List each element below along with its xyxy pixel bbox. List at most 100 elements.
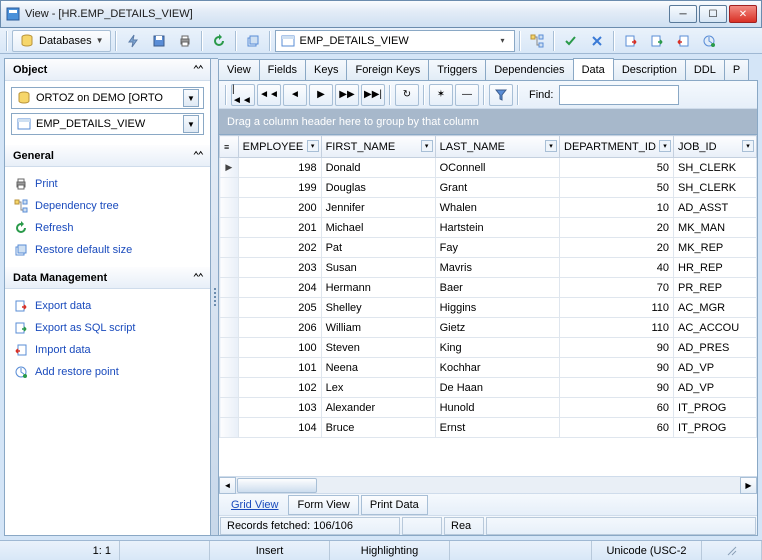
table-row[interactable]: 102LexDe Haan90AD_VP [220, 378, 757, 398]
cell[interactable]: Neena [321, 358, 435, 378]
cell[interactable]: 203 [238, 258, 321, 278]
cell[interactable]: 110 [560, 318, 674, 338]
cell[interactable]: 40 [560, 258, 674, 278]
nav-delete-button[interactable]: — [455, 84, 479, 106]
cell[interactable]: SH_CLERK [674, 158, 757, 178]
tab-keys[interactable]: Keys [305, 59, 347, 80]
dependency-tree-link[interactable]: Dependency tree [11, 195, 204, 217]
row-selector-header[interactable]: ≡ [220, 136, 239, 158]
scroll-right-button[interactable]: ▶ [740, 477, 757, 494]
scroll-left-button[interactable]: ◄ [219, 477, 236, 494]
cell[interactable]: OConnell [435, 158, 559, 178]
refresh-button[interactable] [207, 30, 231, 52]
cell[interactable]: 90 [560, 378, 674, 398]
cell[interactable]: 20 [560, 238, 674, 258]
database-combo[interactable]: ORTOZ on DEMO [ORTO ▼ [11, 87, 204, 109]
table-row[interactable]: 103AlexanderHunold60IT_PROG [220, 398, 757, 418]
cell[interactable]: Susan [321, 258, 435, 278]
cell[interactable]: Jennifer [321, 198, 435, 218]
export-sql-button[interactable] [645, 30, 669, 52]
group-by-bar[interactable]: Drag a column header here to group by th… [219, 109, 757, 135]
sort-dropdown-icon[interactable]: ▾ [659, 140, 671, 152]
table-row[interactable]: 100StevenKing90AD_PRES [220, 338, 757, 358]
cell[interactable]: King [435, 338, 559, 358]
cell[interactable]: SH_CLERK [674, 178, 757, 198]
sort-dropdown-icon[interactable]: ▾ [307, 140, 319, 152]
column-header-first_name[interactable]: FIRST_NAME▾ [321, 136, 435, 158]
cell[interactable]: 206 [238, 318, 321, 338]
cell[interactable]: AD_ASST [674, 198, 757, 218]
table-row[interactable]: ▶198DonaldOConnell50SH_CLERK [220, 158, 757, 178]
export-button[interactable] [619, 30, 643, 52]
tree-button[interactable] [525, 30, 549, 52]
cell[interactable]: Bruce [321, 418, 435, 438]
refresh-link[interactable]: Refresh [11, 217, 204, 239]
cell[interactable]: 198 [238, 158, 321, 178]
cell[interactable]: AC_ACCOU [674, 318, 757, 338]
table-row[interactable]: 202PatFay20MK_REP [220, 238, 757, 258]
cell[interactable]: 204 [238, 278, 321, 298]
sort-dropdown-icon[interactable]: ▾ [545, 140, 557, 152]
nav-prev-page-button[interactable]: ◄◄ [257, 84, 281, 106]
cell[interactable]: 90 [560, 338, 674, 358]
tab-view[interactable]: View [218, 59, 260, 80]
horizontal-scrollbar[interactable]: ◄ ▶ [219, 476, 757, 493]
cell[interactable]: 20 [560, 218, 674, 238]
table-row[interactable]: 205ShelleyHiggins110AC_MGR [220, 298, 757, 318]
cell[interactable]: Gietz [435, 318, 559, 338]
cancel-button[interactable] [585, 30, 609, 52]
tab-p[interactable]: P [724, 59, 749, 80]
cell[interactable]: De Haan [435, 378, 559, 398]
nav-last-button[interactable]: ▶▶| [361, 84, 385, 106]
cell[interactable]: HR_REP [674, 258, 757, 278]
cell[interactable]: AD_VP [674, 378, 757, 398]
cell[interactable]: 199 [238, 178, 321, 198]
cell[interactable]: Lex [321, 378, 435, 398]
table-row[interactable]: 101NeenaKochhar90AD_VP [220, 358, 757, 378]
cell[interactable]: 90 [560, 358, 674, 378]
cell[interactable]: 104 [238, 418, 321, 438]
cell[interactable]: AD_PRES [674, 338, 757, 358]
cell[interactable]: IT_PROG [674, 418, 757, 438]
nav-next-button[interactable]: ▶ [309, 84, 333, 106]
cell[interactable]: Higgins [435, 298, 559, 318]
close-button[interactable]: ✕ [729, 5, 757, 23]
nav-next-page-button[interactable]: ▶▶ [335, 84, 359, 106]
cell[interactable]: 200 [238, 198, 321, 218]
restore-size-link[interactable]: Restore default size [11, 239, 204, 261]
restore-point-button[interactable] [697, 30, 721, 52]
cell[interactable]: PR_REP [674, 278, 757, 298]
cell[interactable]: Fay [435, 238, 559, 258]
column-header-department_id[interactable]: DEPARTMENT_ID▾ [560, 136, 674, 158]
datamgmt-header[interactable]: Data Management⌃⌃ [5, 267, 210, 289]
cell[interactable]: Douglas [321, 178, 435, 198]
nav-loop-button[interactable]: ↻ [395, 84, 419, 106]
minimize-button[interactable]: ─ [669, 5, 697, 23]
table-row[interactable]: 200JenniferWhalen10AD_ASST [220, 198, 757, 218]
export-sql-link[interactable]: Export as SQL script [11, 317, 204, 339]
cell[interactable]: William [321, 318, 435, 338]
cell[interactable]: MK_REP [674, 238, 757, 258]
save-button[interactable] [147, 30, 171, 52]
cell[interactable]: MK_MAN [674, 218, 757, 238]
cell[interactable]: Grant [435, 178, 559, 198]
cell[interactable]: 110 [560, 298, 674, 318]
table-row[interactable]: 203SusanMavris40HR_REP [220, 258, 757, 278]
cell[interactable]: 50 [560, 178, 674, 198]
print-data-tab[interactable]: Print Data [361, 495, 428, 515]
tab-ddl[interactable]: DDL [685, 59, 725, 80]
cell[interactable]: Whalen [435, 198, 559, 218]
import-data-link[interactable]: Import data [11, 339, 204, 361]
cell[interactable]: 60 [560, 398, 674, 418]
table-row[interactable]: 199DouglasGrant50SH_CLERK [220, 178, 757, 198]
cell[interactable]: Alexander [321, 398, 435, 418]
cell[interactable]: Steven [321, 338, 435, 358]
cell[interactable]: 201 [238, 218, 321, 238]
table-row[interactable]: 204HermannBaer70PR_REP [220, 278, 757, 298]
cell[interactable]: Donald [321, 158, 435, 178]
nav-prev-button[interactable]: ◄ [283, 84, 307, 106]
sort-dropdown-icon[interactable]: ▾ [742, 140, 754, 152]
cell[interactable]: Kochhar [435, 358, 559, 378]
check-button[interactable] [559, 30, 583, 52]
tab-dependencies[interactable]: Dependencies [485, 59, 573, 80]
